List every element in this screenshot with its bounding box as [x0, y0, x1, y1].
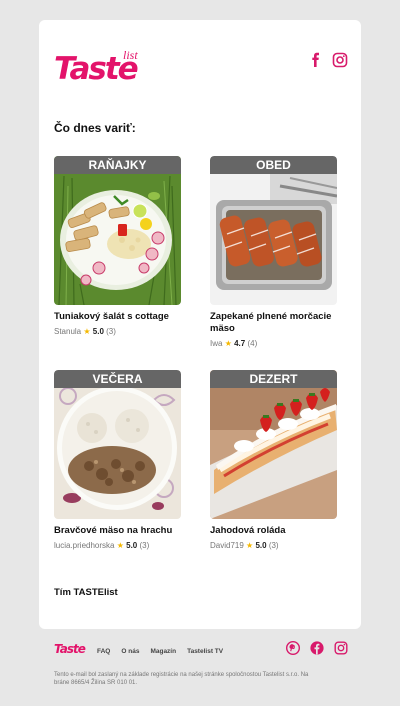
- recipe-author: lucia.priedhorska: [54, 541, 115, 550]
- recipe-title[interactable]: Zapekané plnené morčacie mäso: [210, 311, 337, 335]
- category-label: RAŇAJKY: [54, 156, 181, 174]
- recipe-image[interactable]: VEČERA: [54, 370, 181, 519]
- rating-count: (4): [247, 339, 258, 348]
- recipe-card-breakfast[interactable]: RAŇAJKY Tuniakový šalát s cottage Stanul…: [54, 156, 181, 337]
- tastelist-logo[interactable]: Taste list: [54, 48, 150, 86]
- recipe-title[interactable]: Tuniakový šalát s cottage: [54, 311, 181, 323]
- footer-links: FAQ O nás Magazín Tastelist TV: [97, 648, 223, 655]
- recipe-title[interactable]: Jahodová roláda: [210, 525, 337, 537]
- footer-link-magazine[interactable]: Magazín: [150, 648, 176, 655]
- recipe-card-dessert[interactable]: DEZERT Jahodová roláda David719 ★ 5.0 (3…: [210, 370, 337, 551]
- rating-count: (3): [106, 327, 116, 336]
- recipe-rating: 4.7: [234, 339, 246, 348]
- pinterest-icon[interactable]: [285, 640, 301, 656]
- instagram-icon[interactable]: [334, 641, 348, 655]
- recipe-meta: Iwa ★ 4.7 (4): [210, 338, 337, 349]
- recipe-rating: 5.0: [255, 541, 267, 550]
- category-label: DEZERT: [210, 370, 337, 388]
- recipe-meta: lucia.priedhorska ★ 5.0 (3): [54, 540, 181, 551]
- category-label: OBED: [210, 156, 337, 174]
- recipe-meta: David719 ★ 5.0 (3): [210, 540, 337, 551]
- recipe-meta: Stanula ★ 5.0 (3): [54, 326, 181, 337]
- footer-disclaimer: Tento e-mail bol zaslaný na základe regi…: [54, 672, 309, 686]
- rating-count: (3): [268, 541, 279, 550]
- recipe-author: Stanula: [54, 327, 82, 336]
- recipe-image[interactable]: RAŇAJKY: [54, 156, 181, 305]
- recipe-author: Iwa: [210, 339, 223, 348]
- category-label: VEČERA: [54, 370, 181, 388]
- star-icon: ★: [246, 541, 254, 550]
- email-card: Taste list Čo dnes variť: RAŇAJKY Tuniak…: [39, 20, 361, 629]
- recipe-card-lunch[interactable]: OBED Zapekané plnené morčacie mäso Iwa ★…: [210, 156, 337, 349]
- footer-link-about[interactable]: O nás: [121, 648, 139, 655]
- logo-subtext: list: [123, 48, 138, 62]
- star-icon: ★: [224, 339, 232, 348]
- footer-link-faq[interactable]: FAQ: [97, 648, 110, 655]
- recipe-rating: 5.0: [126, 541, 138, 550]
- recipe-rating: 5.0: [92, 327, 104, 336]
- facebook-icon[interactable]: [308, 52, 324, 68]
- recipe-image[interactable]: DEZERT: [210, 370, 337, 519]
- facebook-icon[interactable]: [310, 641, 324, 655]
- rating-count: (3): [139, 541, 150, 550]
- recipe-title[interactable]: Bravčové mäso na hrachu: [54, 525, 181, 537]
- recipe-author: David719: [210, 541, 244, 550]
- star-icon: ★: [83, 327, 91, 336]
- star-icon: ★: [116, 541, 124, 550]
- footer-logo[interactable]: Taste: [54, 642, 86, 656]
- instagram-icon[interactable]: [332, 52, 348, 68]
- footer-link-tv[interactable]: Tastelist TV: [187, 648, 223, 655]
- recipe-image[interactable]: OBED: [210, 156, 337, 305]
- section-heading: Čo dnes variť:: [54, 121, 136, 135]
- signature: Tím TASTElist: [54, 587, 118, 598]
- recipe-card-dinner[interactable]: VEČERA Bravčové mäso na hrachu lucia.pri…: [54, 370, 181, 551]
